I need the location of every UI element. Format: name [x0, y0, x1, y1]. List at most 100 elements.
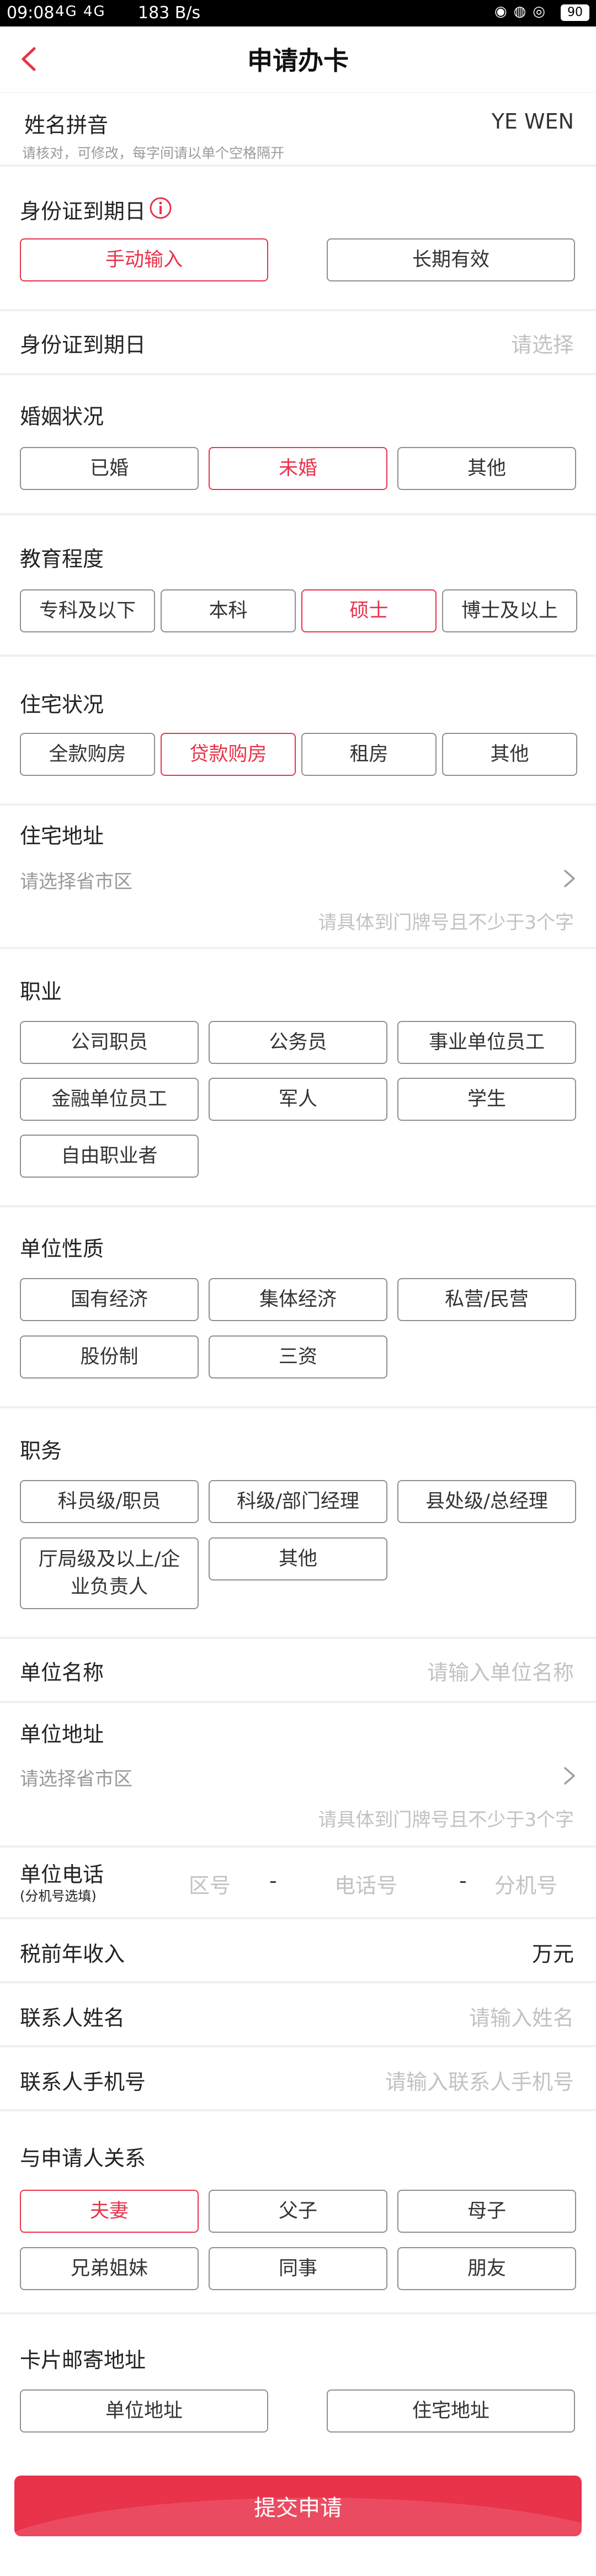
- housing-option-rent[interactable]: 租房: [301, 733, 437, 776]
- relationship-option-father-son[interactable]: 父子: [209, 2190, 387, 2233]
- id-expiry-mode-section: 身份证到期日 手动输入 长期有效: [0, 167, 596, 311]
- company-type-option-private[interactable]: 私营/民营: [397, 1278, 576, 1321]
- info-icon[interactable]: [149, 196, 172, 220]
- position-label: 职务: [20, 1439, 62, 1463]
- occupation-option-freelancer[interactable]: 自由职业者: [20, 1135, 199, 1178]
- company-phone-number-input[interactable]: 电话号: [334, 1869, 397, 1899]
- company-phone-sublabel: (分机号选填): [20, 1888, 97, 1904]
- company-phone-row: 单位电话 (分机号选填) 区号 - 电话号 - 分机号: [0, 1848, 596, 1919]
- company-address-section: 单位地址 请选择省市区 请具体到门牌号且不少于3个字: [0, 1703, 596, 1848]
- position-option-section-manager[interactable]: 科级/部门经理: [209, 1480, 387, 1523]
- income-row: 税前年收入 万元: [0, 1919, 596, 1983]
- contact-name-input[interactable]: 请输入姓名: [469, 2001, 574, 2031]
- marital-option-other[interactable]: 其他: [397, 447, 576, 490]
- company-address-region-picker[interactable]: 请选择省市区: [20, 1764, 132, 1791]
- network-speed: 183 B/s: [138, 3, 201, 23]
- occupation-option-institution-staff[interactable]: 事业单位员工: [397, 1021, 576, 1064]
- company-phone-ext-input[interactable]: 分机号: [494, 1869, 557, 1899]
- chevron-right-icon[interactable]: [562, 1765, 577, 1787]
- housing-section: 住宅状况 全款购房 贷款购房 租房 其他: [0, 657, 596, 806]
- company-type-section: 单位性质 国有经济 集体经济 私营/民营 股份制 三资: [0, 1207, 596, 1408]
- education-section: 教育程度 专科及以下 本科 硕士 博士及以上: [0, 515, 596, 657]
- education-option-doctor[interactable]: 博士及以上: [442, 589, 577, 632]
- contact-phone-row: 联系人手机号 请输入联系人手机号: [0, 2047, 596, 2111]
- occupation-option-student[interactable]: 学生: [397, 1078, 576, 1121]
- relationship-option-colleague[interactable]: 同事: [209, 2247, 387, 2290]
- occupation-label: 职业: [20, 980, 62, 1004]
- name-pinyin-label: 姓名拼音: [24, 113, 109, 137]
- mailing-option-home[interactable]: 住宅地址: [327, 2389, 575, 2433]
- home-address-label: 住宅地址: [20, 824, 104, 848]
- id-expiry-longterm-option[interactable]: 长期有效: [327, 238, 575, 281]
- id-expiry-mode-label: 身份证到期日: [20, 199, 146, 223]
- relationship-option-mother-son[interactable]: 母子: [397, 2190, 576, 2233]
- education-label: 教育程度: [20, 547, 104, 571]
- company-name-label: 单位名称: [20, 1660, 104, 1685]
- occupation-section: 职业 公司职员 公务员 事业单位员工 金融单位员工 军人 学生 自由职业者: [0, 949, 596, 1207]
- relationship-option-spouse[interactable]: 夫妻: [20, 2190, 199, 2233]
- company-address-detail-input[interactable]: 请具体到门牌号且不少于3个字: [318, 1805, 574, 1832]
- mailing-address-label: 卡片邮寄地址: [20, 2348, 146, 2372]
- housing-option-other[interactable]: 其他: [442, 733, 577, 776]
- contact-phone-input[interactable]: 请输入联系人手机号: [385, 2065, 574, 2095]
- id-expiry-date-row[interactable]: 身份证到期日 请选择: [0, 311, 596, 375]
- housing-option-mortgage[interactable]: 贷款购房: [161, 733, 296, 776]
- mailing-option-company[interactable]: 单位地址: [20, 2389, 268, 2433]
- home-address-detail-input[interactable]: 请具体到门牌号且不少于3个字: [318, 907, 574, 934]
- position-section: 职务 科员级/职员 科级/部门经理 县处级/总经理 厅局级及以上/企业负责人 其…: [0, 1408, 596, 1639]
- occupation-option-civil-servant[interactable]: 公务员: [209, 1021, 387, 1064]
- id-expiry-manual-option[interactable]: 手动输入: [20, 238, 268, 281]
- relationship-label: 与申请人关系: [20, 2146, 146, 2170]
- housing-option-full-payment[interactable]: 全款购房: [20, 733, 155, 776]
- status-time: 09:08: [7, 3, 55, 23]
- company-phone-area-input[interactable]: 区号: [189, 1869, 231, 1899]
- page-title: 申请办卡: [247, 46, 349, 76]
- occupation-option-finance-staff[interactable]: 金融单位员工: [20, 1078, 199, 1121]
- occupation-option-military[interactable]: 军人: [209, 1078, 387, 1121]
- status-bar: 09:08 4G 4G 183 B/s ◉◍◎ 90: [0, 0, 596, 26]
- relationship-option-sibling[interactable]: 兄弟姐妹: [20, 2247, 199, 2290]
- company-address-label: 单位地址: [20, 1722, 104, 1747]
- company-type-label: 单位性质: [20, 1237, 104, 1261]
- mailing-address-section: 卡片邮寄地址 单位地址 住宅地址: [0, 2314, 596, 2463]
- marital-option-single[interactable]: 未婚: [209, 447, 387, 490]
- marital-option-married[interactable]: 已婚: [20, 447, 199, 490]
- position-option-other[interactable]: 其他: [209, 1537, 387, 1580]
- company-type-option-collective[interactable]: 集体经济: [209, 1278, 387, 1321]
- id-expiry-date-label: 身份证到期日: [20, 333, 146, 357]
- income-unit: 万元: [531, 1942, 574, 1966]
- company-phone-separator: -: [269, 1869, 277, 1893]
- marital-section: 婚姻状况 已婚 未婚 其他: [0, 375, 596, 515]
- education-option-college[interactable]: 专科及以下: [20, 589, 155, 632]
- occupation-option-company-staff[interactable]: 公司职员: [20, 1021, 199, 1064]
- company-name-input[interactable]: 请输入单位名称: [427, 1656, 574, 1686]
- id-expiry-date-picker[interactable]: 请选择: [511, 328, 574, 358]
- company-type-option-state-owned[interactable]: 国有经济: [20, 1278, 199, 1321]
- nav-bar: 申请办卡: [0, 26, 596, 93]
- education-option-bachelor[interactable]: 本科: [161, 589, 296, 632]
- position-option-clerk[interactable]: 科员级/职员: [20, 1480, 199, 1523]
- chevron-right-icon[interactable]: [562, 867, 577, 890]
- name-pinyin-input[interactable]: YE WEN: [492, 109, 574, 134]
- company-type-option-joint-stock[interactable]: 股份制: [20, 1335, 199, 1379]
- contact-phone-label: 联系人手机号: [20, 2070, 146, 2094]
- company-type-option-foreign[interactable]: 三资: [209, 1335, 387, 1379]
- signal-icon: 4G 4G: [55, 3, 106, 20]
- submit-button-label: 提交申请: [254, 2495, 342, 2521]
- housing-label: 住宅状况: [20, 693, 104, 717]
- home-address-region-picker[interactable]: 请选择省市区: [20, 866, 132, 893]
- relationship-section: 与申请人关系 夫妻 父子 母子 兄弟姐妹 同事 朋友: [0, 2111, 596, 2314]
- system-icons: ◉◍◎: [494, 3, 552, 20]
- home-address-section: 住宅地址 请选择省市区 请具体到门牌号且不少于3个字: [0, 806, 596, 949]
- position-option-executive[interactable]: 厅局级及以上/企业负责人: [20, 1537, 199, 1609]
- marital-label: 婚姻状况: [20, 405, 104, 429]
- position-option-general-manager[interactable]: 县处级/总经理: [397, 1480, 576, 1523]
- relationship-option-friend[interactable]: 朋友: [397, 2247, 576, 2290]
- submit-button[interactable]: 提交申请: [14, 2476, 582, 2536]
- name-pinyin-row: 姓名拼音 YE WEN 请核对，可修改，每字间请以单个空格隔开: [0, 94, 596, 167]
- company-name-row: 单位名称 请输入单位名称: [0, 1639, 596, 1703]
- contact-name-label: 联系人姓名: [20, 2006, 125, 2030]
- education-option-master[interactable]: 硕士: [301, 589, 437, 632]
- contact-name-row: 联系人姓名 请输入姓名: [0, 1983, 596, 2047]
- company-phone-separator: -: [459, 1869, 467, 1893]
